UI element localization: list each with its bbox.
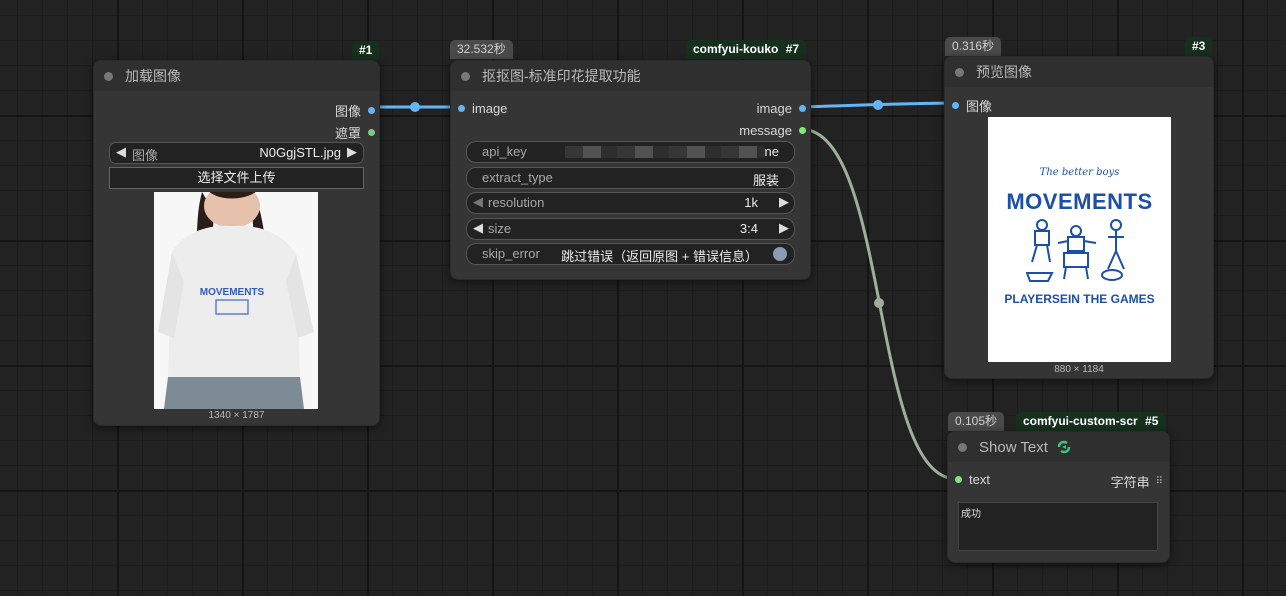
upload-button[interactable]: 选择文件上传 bbox=[109, 167, 364, 189]
load-image-node[interactable]: 加载图像 图像 遮罩 ◀ 图像 N0GgjSTL.jpg ▶ 选择文件上传 MO… bbox=[93, 60, 380, 426]
widget-value: 跳过错误（返回原图 + 错误信息） bbox=[561, 249, 758, 264]
custom-scripts-logo-icon bbox=[1057, 440, 1071, 454]
collapse-dot-icon[interactable] bbox=[955, 67, 964, 77]
left-arrow-icon[interactable]: ◀ bbox=[116, 144, 126, 160]
link-midpoint bbox=[410, 102, 420, 112]
collapse-dot-icon[interactable] bbox=[104, 71, 113, 81]
link-message-to-showtext bbox=[800, 127, 958, 481]
node-title: 预览图像 bbox=[976, 64, 1032, 80]
widget-value: ne bbox=[764, 144, 779, 159]
exec-time-badge: 0.105秒 bbox=[948, 412, 1005, 431]
pack-name: comfyui-kouko bbox=[693, 42, 779, 56]
output-dot-icon[interactable] bbox=[799, 127, 806, 134]
node-id-badge: #1 bbox=[352, 41, 380, 60]
toggle-knob[interactable] bbox=[773, 247, 787, 261]
node-title-bar[interactable]: 预览图像 bbox=[945, 57, 1213, 87]
input-slot-image[interactable]: 图像 bbox=[952, 96, 992, 115]
node-id-badge: #3 bbox=[1185, 37, 1213, 56]
image-size-label: 1340 × 1787 bbox=[208, 410, 265, 421]
input-slot-text[interactable]: text bbox=[955, 472, 990, 487]
widget-label: skip_error bbox=[482, 246, 540, 261]
input-slot-image[interactable]: image bbox=[458, 101, 507, 116]
widget-label: size bbox=[488, 221, 512, 236]
link-cutout-to-preview bbox=[800, 101, 956, 109]
slot-label: image bbox=[756, 101, 792, 116]
skip-error-toggle[interactable]: skip_error 跳过错误（返回原图 + 错误信息） bbox=[466, 243, 795, 265]
print-figures-illustration bbox=[1026, 219, 1125, 282]
slot-label: 字符串 bbox=[1110, 475, 1150, 490]
left-arrow-icon[interactable]: ◀ bbox=[473, 220, 483, 236]
text-display-area[interactable]: 成功 bbox=[958, 502, 1158, 551]
resolution-combo[interactable]: ◀ resolution 1k ▶ bbox=[466, 192, 795, 214]
link-midpoint bbox=[873, 100, 883, 110]
right-arrow-icon[interactable]: ▶ bbox=[347, 144, 357, 160]
image-size-label: 880 × 1184 bbox=[1054, 364, 1104, 375]
masked-key-block bbox=[565, 146, 765, 158]
widget-label: extract_type bbox=[482, 170, 553, 185]
output-slot-message[interactable]: message bbox=[739, 123, 806, 138]
slot-label: 图像 bbox=[334, 104, 361, 119]
node-title-bar[interactable]: 抠抠图-标准印花提取功能 bbox=[451, 61, 810, 91]
list-output-grid-icon[interactable]: ⠿ bbox=[1156, 476, 1163, 487]
node-title-bar[interactable]: Show Text bbox=[948, 432, 1169, 462]
api-key-field[interactable]: api_key ne bbox=[466, 141, 795, 163]
preview-image: The better boys MOVEMENTS PLAYERSEIN THE… bbox=[988, 117, 1171, 362]
slot-label: 图像 bbox=[966, 99, 993, 114]
widget-value: 3:4 bbox=[739, 221, 758, 236]
right-arrow-icon[interactable]: ▶ bbox=[779, 220, 789, 236]
node-pack-badge: comfyui-kouko #7 bbox=[686, 40, 807, 59]
input-dot-icon[interactable] bbox=[955, 476, 962, 483]
collapse-dot-icon[interactable] bbox=[958, 442, 967, 452]
shirt-print-text: MOVEMENTS bbox=[200, 287, 265, 298]
collapse-dot-icon[interactable] bbox=[461, 71, 470, 81]
pack-name: comfyui-custom-scr bbox=[1023, 414, 1138, 428]
print-footer-text: PLAYERSEIN THE GAMES bbox=[1004, 292, 1155, 306]
show-text-node[interactable]: Show Text text 字符串 ⠿ 成功 bbox=[947, 431, 1170, 563]
input-dot-icon[interactable] bbox=[458, 105, 465, 112]
slot-label: message bbox=[739, 123, 792, 138]
image-file-combo[interactable]: ◀ 图像 N0GgjSTL.jpg ▶ bbox=[109, 142, 364, 164]
preview-image-node[interactable]: 预览图像 图像 The better boys MOVEMENTS PLAYER… bbox=[944, 56, 1214, 379]
link-midpoint bbox=[874, 298, 884, 308]
slot-label: text bbox=[969, 472, 990, 487]
exec-time-badge: 0.316秒 bbox=[945, 37, 1002, 56]
widget-label: 图像 bbox=[132, 148, 159, 163]
node-title-bar[interactable]: 加载图像 bbox=[94, 61, 379, 91]
exec-time-badge: 32.532秒 bbox=[450, 40, 513, 59]
node-title: 抠抠图-标准印花提取功能 bbox=[482, 68, 641, 84]
widget-label: api_key bbox=[482, 144, 527, 159]
text-value: 成功 bbox=[961, 509, 981, 520]
widget-value: 服装 bbox=[752, 173, 779, 188]
output-dot-icon[interactable] bbox=[799, 105, 806, 112]
node-id: #7 bbox=[785, 42, 800, 56]
output-slot-string[interactable]: 字符串 ⠿ bbox=[1111, 472, 1163, 491]
output-slot-mask[interactable]: 遮罩 bbox=[335, 123, 375, 142]
input-dot-icon[interactable] bbox=[952, 102, 959, 109]
node-id: #5 bbox=[1145, 414, 1159, 428]
node-title: 加载图像 bbox=[125, 68, 181, 84]
print-script-text: The better boys bbox=[1039, 167, 1120, 178]
output-slot-image[interactable]: 图像 bbox=[335, 101, 375, 120]
right-arrow-icon[interactable]: ▶ bbox=[779, 194, 789, 210]
node-pack-badge: comfyui-custom-scr #5 bbox=[1016, 412, 1166, 431]
output-slot-image[interactable]: image bbox=[757, 101, 806, 116]
slot-label: image bbox=[472, 101, 508, 116]
print-headline: MOVEMENTS bbox=[1006, 189, 1153, 214]
size-combo[interactable]: ◀ size 3:4 ▶ bbox=[466, 218, 795, 240]
output-dot-icon[interactable] bbox=[368, 129, 375, 136]
extract-type-field[interactable]: extract_type 服装 bbox=[466, 167, 795, 189]
slot-label: 遮罩 bbox=[334, 126, 361, 141]
widget-label: resolution bbox=[488, 195, 545, 210]
left-arrow-icon[interactable]: ◀ bbox=[473, 194, 483, 210]
widget-value: N0GgjSTL.jpg bbox=[259, 145, 341, 160]
cutout-node[interactable]: 抠抠图-标准印花提取功能 image image message api_key… bbox=[450, 60, 811, 280]
output-dot-icon[interactable] bbox=[368, 107, 375, 114]
loaded-image-preview: MOVEMENTS bbox=[154, 192, 318, 409]
widget-value: 1k bbox=[744, 195, 758, 210]
node-title: Show Text bbox=[979, 438, 1048, 456]
